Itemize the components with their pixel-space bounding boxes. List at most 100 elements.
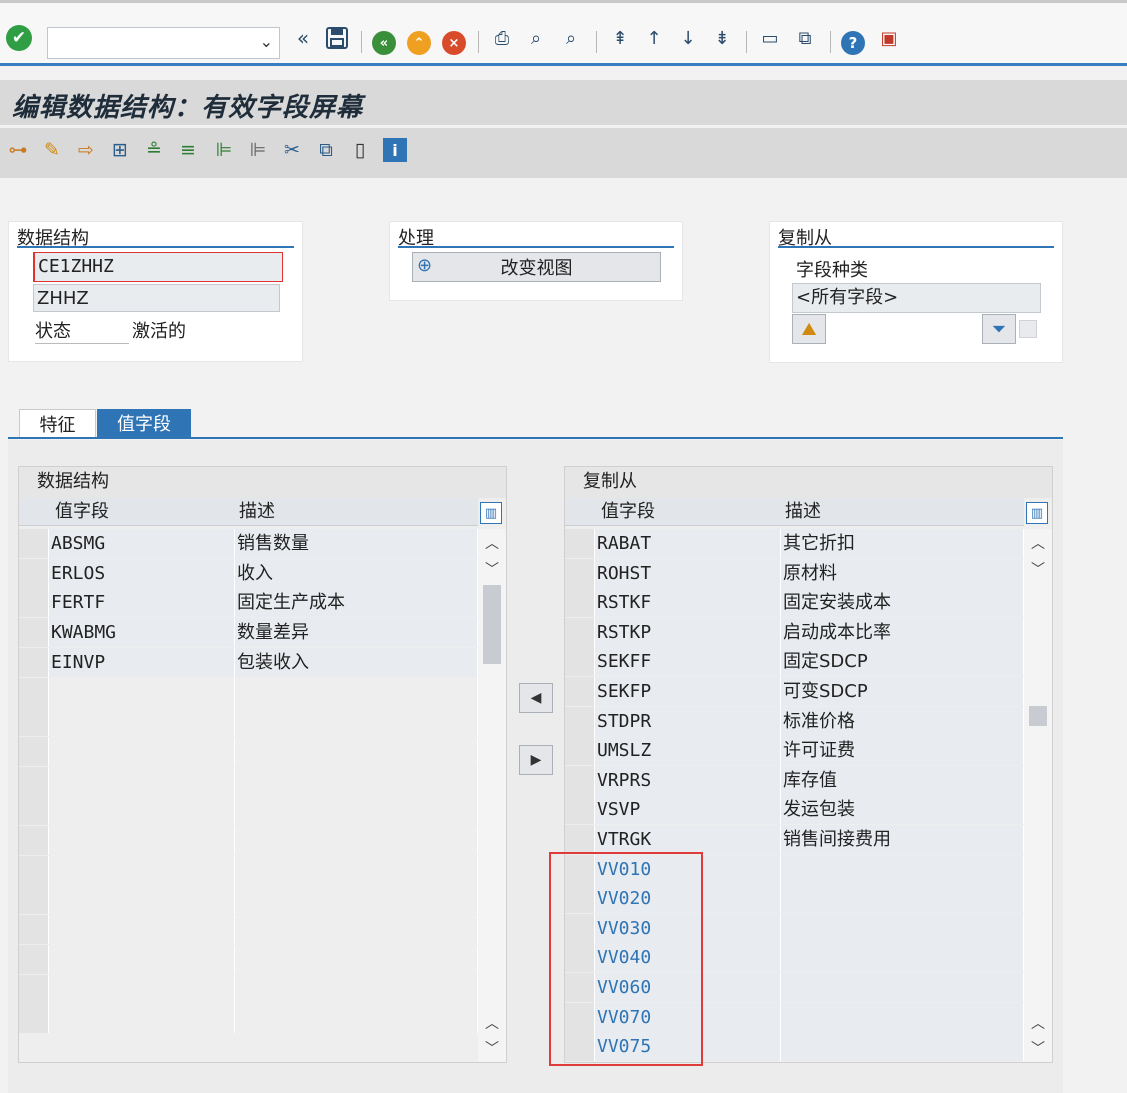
description-cell[interactable]: 标准价格	[781, 706, 1024, 736]
table-row[interactable]: FERTF 固定生产成本	[19, 588, 478, 618]
row-selector[interactable]	[19, 915, 49, 945]
description-cell[interactable]	[235, 707, 478, 737]
description-cell[interactable]	[781, 943, 1024, 973]
column-header-description[interactable]: 描述	[239, 498, 275, 526]
tab-characteristics[interactable]: 特征	[19, 409, 96, 437]
table-row[interactable]: VTRGK 销售间接费用	[565, 825, 1024, 854]
first-page-icon[interactable]: ⇞	[607, 25, 633, 51]
scrollbar-thumb[interactable]	[1029, 706, 1047, 726]
vertical-scrollbar[interactable]: ︿ ﹀ ︿ ﹀	[478, 529, 506, 1062]
row-selector[interactable]	[19, 1004, 49, 1034]
column-header-value-field[interactable]: 值字段	[55, 498, 109, 526]
row-selector[interactable]	[19, 707, 49, 737]
description-cell[interactable]	[235, 855, 478, 885]
row-selector[interactable]	[565, 677, 595, 706]
row-selector[interactable]	[565, 765, 595, 795]
value-field-cell[interactable]: KWABMG	[49, 618, 235, 648]
back-icon[interactable]: «	[372, 31, 396, 55]
shortcut-icon[interactable]: ⧉	[792, 25, 818, 51]
value-field-cell[interactable]: FERTF	[49, 588, 235, 618]
transfer-icon[interactable]: ⇨	[74, 138, 98, 162]
scrollbar-thumb[interactable]	[483, 585, 501, 664]
description-cell[interactable]	[235, 677, 478, 707]
filter-list-icon[interactable]: ≡	[176, 138, 200, 162]
value-field-cell[interactable]	[49, 915, 235, 945]
description-cell[interactable]: 库存值	[781, 765, 1024, 795]
table-row[interactable]	[19, 707, 478, 737]
command-field[interactable]: ⌄	[47, 27, 280, 59]
copy-icon[interactable]: ⧉	[314, 138, 338, 162]
column-header-value-field[interactable]: 值字段	[601, 498, 655, 526]
column-settings-icon[interactable]: ▥	[1026, 502, 1048, 524]
scroll-page-up-icon[interactable]: ︿	[478, 1011, 506, 1035]
table-row[interactable]: RSTKF 固定安装成本	[565, 588, 1024, 618]
table-row[interactable]	[19, 677, 478, 707]
filter-checkbox[interactable]	[1019, 320, 1037, 338]
value-field-cell[interactable]: UMSLZ	[595, 736, 781, 766]
row-selector[interactable]	[565, 795, 595, 825]
cut-icon[interactable]: ✂	[280, 138, 304, 162]
row-selector[interactable]	[565, 588, 595, 618]
description-cell[interactable]: 数量差异	[235, 618, 478, 648]
row-selector[interactable]	[19, 796, 49, 826]
table-row[interactable]: RSTKP 启动成本比率	[565, 617, 1024, 647]
value-field-cell[interactable]	[49, 885, 235, 915]
value-field-cell[interactable]	[49, 974, 235, 1004]
description-cell[interactable]: 启动成本比率	[781, 617, 1024, 647]
wizard-icon[interactable]: ✎	[40, 138, 64, 162]
row-selector[interactable]	[19, 588, 49, 618]
value-field-cell[interactable]	[49, 707, 235, 737]
row-selector[interactable]	[565, 706, 595, 736]
description-cell[interactable]	[235, 885, 478, 915]
value-field-cell[interactable]: RSTKF	[595, 588, 781, 618]
value-field-cell[interactable]: ROHST	[595, 558, 781, 588]
data-structure-name-field[interactable]: CE1ZHHZ	[33, 252, 283, 282]
select-icon[interactable]: ⊞	[108, 138, 132, 162]
value-field-cell[interactable]: ABSMG	[49, 529, 235, 558]
tab-value-fields[interactable]: 值字段	[97, 409, 191, 437]
filter-icon[interactable]: ⏷	[982, 314, 1016, 344]
print-icon[interactable]: ⎙	[489, 25, 515, 51]
find-icon[interactable]: ⌕	[523, 25, 549, 51]
description-cell[interactable]	[781, 913, 1024, 943]
row-selector[interactable]	[565, 647, 595, 677]
row-selector[interactable]	[565, 529, 595, 558]
table-row[interactable]	[19, 736, 478, 766]
exit-icon[interactable]: ⌃	[407, 31, 431, 55]
table-row[interactable]: ABSMG 销售数量	[19, 529, 478, 558]
row-selector[interactable]	[19, 677, 49, 707]
description-cell[interactable]: 固定安装成本	[781, 588, 1024, 618]
value-field-cell[interactable]: VSVP	[595, 795, 781, 825]
table-row[interactable]	[19, 1004, 478, 1034]
description-cell[interactable]: 销售数量	[235, 529, 478, 558]
description-cell[interactable]: 固定生产成本	[235, 588, 478, 618]
row-selector[interactable]	[19, 736, 49, 766]
row-selector[interactable]	[19, 529, 49, 558]
description-cell[interactable]	[235, 766, 478, 796]
landscape-icon[interactable]: ⛰	[792, 314, 826, 344]
description-cell[interactable]: 包装收入	[235, 647, 478, 677]
scroll-page-up-icon[interactable]: ︿	[1024, 1011, 1052, 1035]
description-cell[interactable]	[781, 854, 1024, 884]
move-left-button[interactable]: ◀	[519, 683, 553, 713]
description-cell[interactable]	[781, 973, 1024, 1002]
table-row[interactable]: KWABMG 数量差异	[19, 618, 478, 648]
scroll-up-icon[interactable]: ︿	[478, 531, 506, 555]
value-field-cell[interactable]: SEKFP	[595, 677, 781, 706]
dropdown-icon[interactable]: ⌄	[260, 32, 273, 51]
scroll-up-icon[interactable]: ︿	[1024, 531, 1052, 555]
column-header-description[interactable]: 描述	[785, 498, 821, 526]
table-row[interactable]	[19, 855, 478, 885]
row-selector[interactable]	[19, 647, 49, 677]
table-row[interactable]	[19, 944, 478, 974]
row-selector[interactable]	[19, 944, 49, 974]
scroll-page-down-icon[interactable]: ﹀	[1024, 1036, 1052, 1060]
description-cell[interactable]	[781, 1032, 1024, 1062]
import-icon[interactable]: ⊫	[246, 138, 270, 162]
description-cell[interactable]	[235, 1004, 478, 1034]
find-next-icon[interactable]: ⌕	[558, 25, 584, 51]
value-field-cell[interactable]: STDPR	[595, 706, 781, 736]
description-cell[interactable]	[235, 736, 478, 766]
blank-page-icon[interactable]: ▯	[348, 138, 372, 162]
last-page-icon[interactable]: ⇟	[709, 25, 735, 51]
